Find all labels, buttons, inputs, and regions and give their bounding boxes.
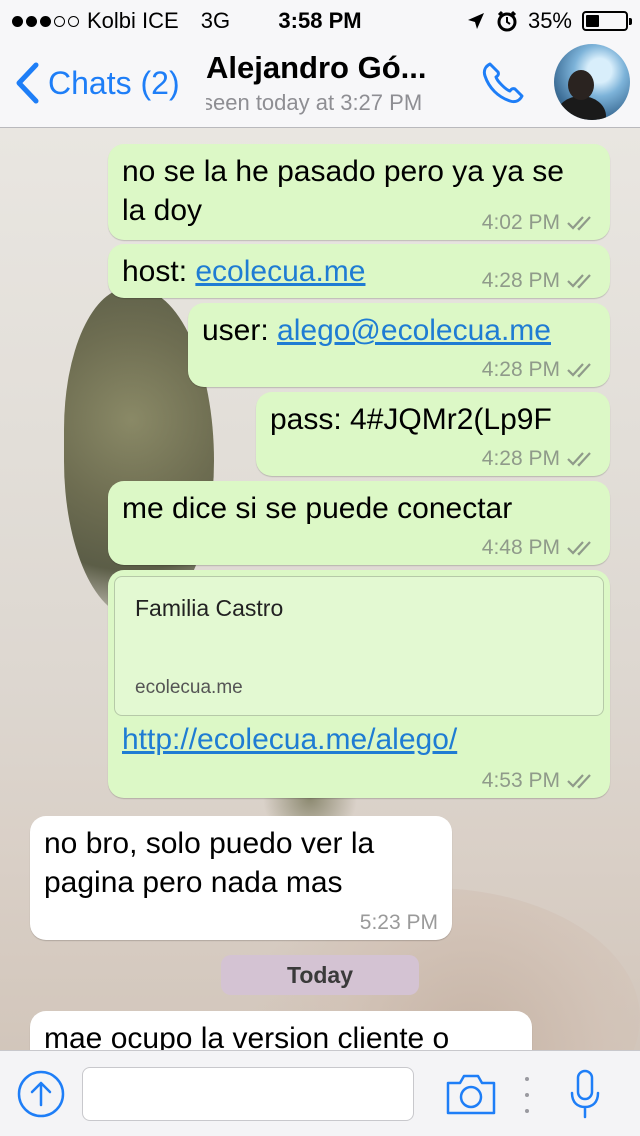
chat-area[interactable]: no se la he pasado pero ya ya se la doy …: [0, 128, 640, 1050]
microphone-icon[interactable]: [568, 1069, 602, 1121]
message-meta: 4:02 PM: [482, 210, 596, 236]
double-check-icon: [567, 452, 591, 467]
divider-dots: [520, 1077, 534, 1113]
camera-icon[interactable]: [444, 1071, 498, 1117]
message-outgoing[interactable]: pass: 4#JQMr2(Lp9F 4:28 PM: [256, 392, 610, 476]
status-bar: Kolbi ICE 3G 3:58 PM 35%: [0, 0, 640, 40]
message-link[interactable]: http://ecolecua.me/alego/: [122, 723, 457, 756]
double-check-icon: [567, 774, 591, 789]
contact-avatar[interactable]: [554, 44, 630, 120]
link-preview-card[interactable]: Familia Castro ecolecua.me: [114, 576, 604, 716]
message-outgoing[interactable]: user: alego@ecolecua.me 4:28 PM: [188, 303, 610, 387]
message-time: 4:02 PM: [481, 211, 560, 234]
message-time: 4:28 PM: [481, 269, 560, 292]
double-check-icon: [567, 541, 591, 556]
link-preview-title: Familia Castro: [135, 595, 284, 621]
message-outgoing[interactable]: me dice si se puede conectar 4:48 PM: [108, 481, 610, 565]
message-prefix: host:: [122, 255, 196, 288]
contact-name: Alejandro Gó...: [206, 50, 427, 85]
contact-info[interactable]: Alejandro Gó... seen today at 3:27 PM: [206, 50, 456, 116]
message-incoming[interactable]: mae ocupo la version cliente o: [30, 1011, 532, 1050]
battery-icon: [582, 11, 632, 31]
message-input-bar: [0, 1050, 640, 1136]
message-meta: 4:28 PM: [482, 357, 596, 383]
status-right: 35%: [466, 8, 632, 34]
message-outgoing-link-preview[interactable]: Familia Castro ecolecua.me http://ecolec…: [108, 570, 610, 798]
message-prefix: user:: [202, 314, 278, 347]
message-meta: 4:53 PM: [482, 768, 596, 794]
alarm-icon: [497, 10, 517, 32]
message-input[interactable]: [82, 1067, 414, 1121]
message-time: 4:28 PM: [481, 447, 560, 470]
chat-header: Chats (2) Alejandro Gó... seen today at …: [0, 40, 640, 128]
message-time: 4:53 PM: [481, 769, 560, 792]
message-time: 5:23 PM: [359, 911, 438, 934]
double-check-icon: [567, 216, 591, 231]
last-seen: seen today at 3:27 PM: [206, 90, 423, 115]
message-meta: 5:23 PM: [360, 910, 438, 936]
back-button[interactable]: Chats (2): [14, 62, 180, 104]
location-arrow-icon: [467, 13, 484, 29]
message-meta: 4:28 PM: [482, 446, 596, 472]
message-outgoing[interactable]: no se la he pasado pero ya ya se la doy …: [108, 144, 610, 240]
back-label: Chats (2): [48, 64, 180, 101]
message-meta: 4:48 PM: [482, 535, 596, 561]
message-incoming[interactable]: no bro, solo puedo ver la pagina pero na…: [30, 816, 452, 940]
message-meta: 4:28 PM: [482, 268, 596, 294]
back-chevron-icon: [16, 62, 39, 104]
link-preview-domain: ecolecua.me: [135, 677, 243, 698]
message-text: mae ocupo la version cliente o: [44, 1022, 450, 1050]
double-check-icon: [567, 363, 591, 378]
message-link[interactable]: ecolecua.me: [195, 255, 365, 288]
message-text: pass: 4#JQMr2(Lp9F: [270, 403, 552, 436]
message-time: 4:48 PM: [481, 536, 560, 559]
message-text: me dice si se puede conectar: [122, 492, 513, 525]
phone-icon[interactable]: [478, 58, 528, 108]
upload-icon[interactable]: [16, 1069, 66, 1119]
date-divider: Today: [221, 955, 419, 995]
message-outgoing[interactable]: host: ecolecua.me 4:28 PM: [108, 244, 610, 298]
message-text: no bro, solo puedo ver la pagina pero na…: [44, 827, 375, 899]
double-check-icon: [567, 274, 591, 289]
battery-percent: 35%: [527, 8, 572, 33]
message-link[interactable]: alego@ecolecua.me: [277, 314, 551, 347]
message-time: 4:28 PM: [481, 358, 560, 381]
